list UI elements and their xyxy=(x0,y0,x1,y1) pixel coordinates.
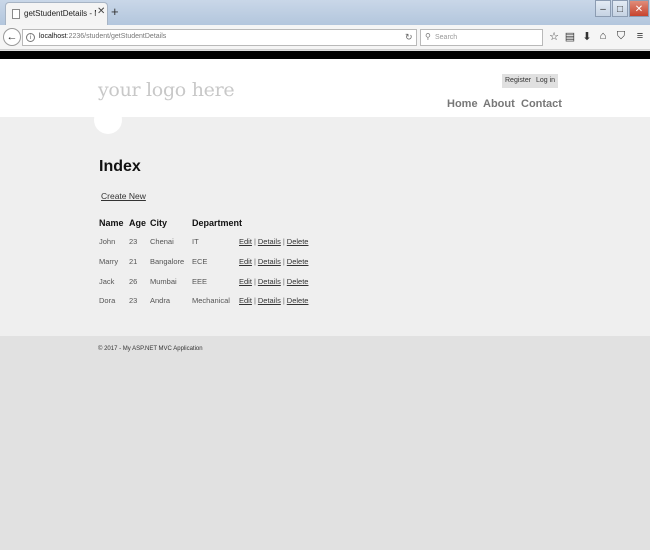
maximize-window-button[interactable]: □ xyxy=(612,0,628,17)
cell-age: 26 xyxy=(129,277,138,286)
main-content xyxy=(0,117,650,336)
cell-city: Chenai xyxy=(150,237,174,246)
row-actions: Edit | Details | Delete xyxy=(239,237,308,246)
close-window-button[interactable]: ✕ xyxy=(629,0,649,17)
column-header-age: Age xyxy=(129,218,147,228)
bookmark-star-icon[interactable]: ☆ xyxy=(547,30,561,43)
login-button[interactable]: Log in xyxy=(533,74,559,88)
site-logo[interactable]: your logo here xyxy=(98,79,235,101)
cell-name: John xyxy=(99,237,116,246)
search-icon: ⚲ xyxy=(425,32,431,41)
row-actions: Edit | Details | Delete xyxy=(239,296,308,305)
cell-name: Jack xyxy=(99,277,115,286)
details-link[interactable]: Details xyxy=(258,296,281,305)
details-link[interactable]: Details xyxy=(258,277,281,286)
minimize-window-button[interactable]: – xyxy=(595,0,611,17)
search-input[interactable]: ⚲ Search xyxy=(420,29,543,46)
cell-department: Mechanical xyxy=(192,296,230,305)
nav-home-link[interactable]: Home xyxy=(447,98,478,110)
column-header-city: City xyxy=(150,218,168,228)
page-top-bar xyxy=(0,51,650,59)
url-text: localhost:2236/student/getStudentDetails xyxy=(39,33,167,40)
cell-age: 21 xyxy=(129,257,138,266)
delete-link[interactable]: Delete xyxy=(287,296,309,305)
delete-link[interactable]: Delete xyxy=(287,257,309,266)
page-title: Index xyxy=(99,158,141,175)
footer-copyright: © 2017 - My ASP.NET MVC Application xyxy=(98,346,203,352)
browser-tab[interactable]: getStudentDetails - My ASP.N ✕ xyxy=(5,2,108,25)
cell-age: 23 xyxy=(129,296,138,305)
download-icon[interactable]: ⬇ xyxy=(580,30,594,43)
page-favicon-icon xyxy=(12,9,20,19)
row-actions: Edit | Details | Delete xyxy=(239,257,308,266)
column-header-name: Name xyxy=(99,218,124,228)
cell-city: Bangalore xyxy=(150,257,185,266)
pocket-shield-icon[interactable]: ⛉ xyxy=(614,30,628,43)
search-placeholder: Search xyxy=(435,34,458,41)
edit-link[interactable]: Edit xyxy=(239,277,252,286)
new-tab-icon[interactable]: + xyxy=(111,4,119,19)
close-tab-icon[interactable]: ✕ xyxy=(97,6,105,17)
address-bar[interactable]: i localhost:2236/student/getStudentDetai… xyxy=(22,29,417,46)
cell-name: Dora xyxy=(99,296,116,305)
delete-link[interactable]: Delete xyxy=(287,277,309,286)
nav-about-link[interactable]: About xyxy=(483,98,515,110)
details-link[interactable]: Details xyxy=(258,237,281,246)
reload-icon[interactable]: ↻ xyxy=(405,32,413,43)
cell-name: Marry xyxy=(99,257,119,266)
delete-link[interactable]: Delete xyxy=(287,237,309,246)
create-new-link[interactable]: Create New xyxy=(101,191,146,201)
browser-toolbar: ← i localhost:2236/student/getStudentDet… xyxy=(0,25,650,50)
home-icon[interactable]: ⌂ xyxy=(596,30,610,42)
tab-title: getStudentDetails - My ASP.N xyxy=(24,9,96,18)
site-footer xyxy=(0,336,650,550)
cell-department: IT xyxy=(192,237,199,246)
info-icon[interactable]: i xyxy=(26,33,35,42)
cell-city: Andra xyxy=(150,296,171,305)
cell-city: Mumbai xyxy=(150,277,177,286)
nav-contact-link[interactable]: Contact xyxy=(521,98,562,110)
clipboard-icon[interactable]: ▤ xyxy=(563,30,577,43)
browser-titlebar: getStudentDetails - My ASP.N ✕ + – □ ✕ xyxy=(0,0,650,25)
row-actions: Edit | Details | Delete xyxy=(239,277,308,286)
hamburger-menu-icon[interactable]: ≡ xyxy=(633,30,647,42)
edit-link[interactable]: Edit xyxy=(239,296,252,305)
back-arrow-icon[interactable]: ← xyxy=(3,28,21,46)
cell-department: EEE xyxy=(192,277,208,286)
register-button[interactable]: Register xyxy=(502,74,535,88)
logo-circle-decoration xyxy=(94,106,122,134)
column-header-department: Department xyxy=(192,218,243,228)
cell-department: ECE xyxy=(192,257,208,266)
edit-link[interactable]: Edit xyxy=(239,257,252,266)
cell-age: 23 xyxy=(129,237,138,246)
edit-link[interactable]: Edit xyxy=(239,237,252,246)
details-link[interactable]: Details xyxy=(258,257,281,266)
